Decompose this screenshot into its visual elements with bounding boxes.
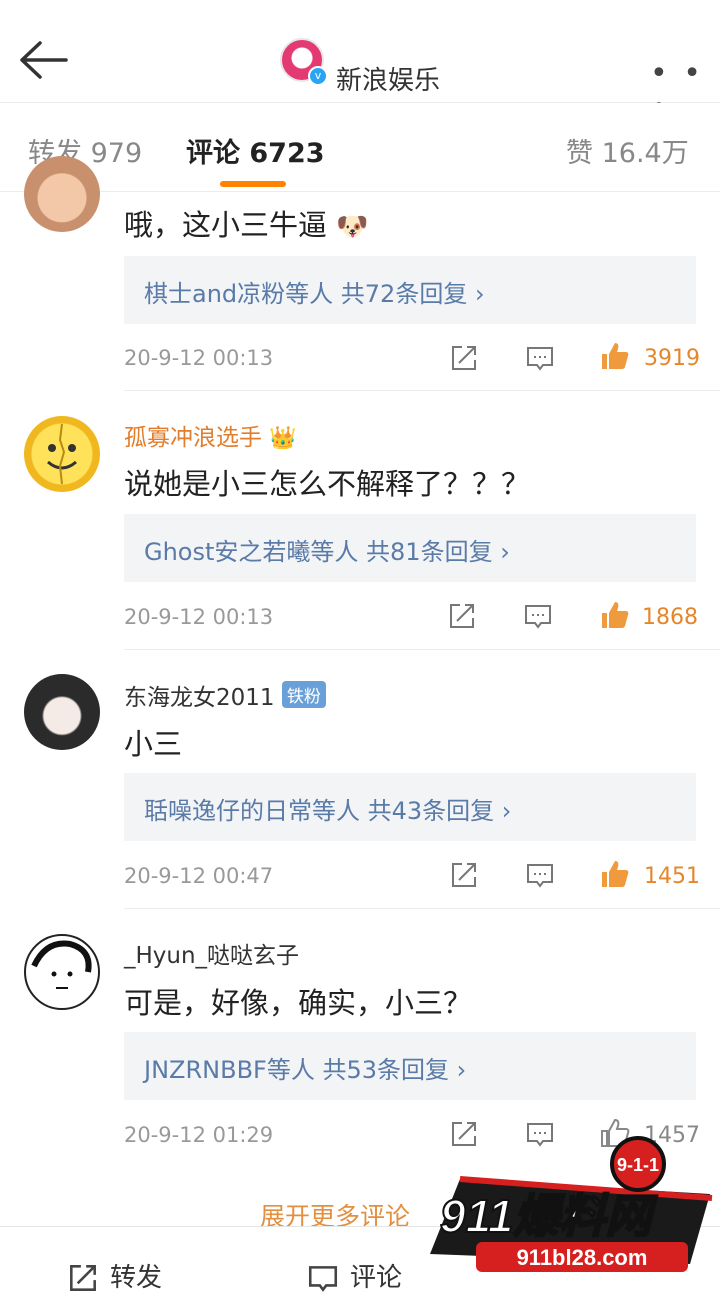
avatar[interactable] xyxy=(24,156,100,232)
reply-summary[interactable]: JNZRNBBF等人 共53条回复 › xyxy=(124,1032,696,1100)
comment-time: 20-9-12 01:29 xyxy=(124,1123,274,1147)
repost-icon[interactable] xyxy=(448,342,480,374)
status-bar xyxy=(0,0,720,14)
username[interactable]: 孤寡冲浪选手 👑 xyxy=(124,418,297,452)
reply-summary[interactable]: Ghost安之若曦等人 共81条回复 › xyxy=(124,514,696,582)
comment-icon[interactable] xyxy=(522,600,554,632)
avatar[interactable] xyxy=(24,674,100,750)
comment-text: 可是，好像，确实，小三？ xyxy=(124,986,473,1020)
repost-icon[interactable] xyxy=(66,1261,100,1295)
watermark-badge: 9-1-1 xyxy=(617,1155,659,1175)
tab-bar: 转发 979 评论 6723 赞 16.4万 xyxy=(0,103,720,192)
like-count: 1451 xyxy=(644,864,700,889)
comment-text: 哦，这小三牛逼 🐶 xyxy=(124,208,369,242)
fan-badge: 铁粉 xyxy=(281,681,326,708)
comment-time: 20-9-12 00:13 xyxy=(124,605,274,629)
username[interactable]: _Hyun_哒哒玄子 xyxy=(124,936,299,970)
avatar[interactable] xyxy=(24,934,100,1010)
comment-icon[interactable] xyxy=(524,859,556,891)
repost-icon[interactable] xyxy=(446,600,478,632)
crown-badge-icon: 👑 xyxy=(269,426,297,451)
watermark-logo: 9-1-1 911爆料网 911bl28.com xyxy=(430,1136,713,1272)
watermark-url: 911bl28.com xyxy=(517,1245,648,1270)
like-icon[interactable] xyxy=(598,340,630,372)
divider xyxy=(124,908,720,909)
active-tab-indicator xyxy=(220,181,286,187)
divider xyxy=(124,390,720,391)
tab-comments[interactable]: 评论 6723 xyxy=(186,131,325,170)
comment-icon[interactable] xyxy=(524,342,556,374)
divider xyxy=(124,649,720,650)
like-icon[interactable] xyxy=(598,599,630,631)
reply-summary[interactable]: 聒噪逸仔的日常等人 共43条回复 › xyxy=(124,773,696,841)
smiley-face-icon xyxy=(47,423,77,485)
repost-icon[interactable] xyxy=(448,859,480,891)
like-icon[interactable] xyxy=(598,858,630,890)
like-count: 1868 xyxy=(642,605,698,630)
like-count: 3919 xyxy=(644,346,700,371)
verified-icon: v xyxy=(308,66,328,86)
top-bar: v 新浪娱乐 • • • xyxy=(0,14,720,126)
sketch-face-icon xyxy=(31,940,92,989)
doge-emoji-icon: 🐶 xyxy=(336,212,369,242)
comment-icon[interactable] xyxy=(306,1261,340,1295)
bottom-comment-button[interactable]: 评论 xyxy=(350,1257,402,1294)
username[interactable]: 东海龙女2011 铁粉 xyxy=(124,678,326,712)
comment-text: 说她是小三怎么不解释了？？？ xyxy=(124,467,531,501)
account-avatar[interactable]: v xyxy=(280,38,328,86)
page-title: 新浪娱乐 xyxy=(336,66,441,96)
comment-time: 20-9-12 00:13 xyxy=(124,346,274,370)
tab-likes[interactable]: 赞 16.4万 xyxy=(566,131,689,170)
comment-text: 小三 xyxy=(124,727,183,761)
reply-summary[interactable]: 棋士and凉粉等人 共72条回复 › xyxy=(124,256,696,324)
back-arrow-icon[interactable] xyxy=(18,38,70,82)
watermark-brand: 911爆料网 xyxy=(440,1190,657,1242)
avatar[interactable] xyxy=(24,416,100,492)
comment-time: 20-9-12 00:47 xyxy=(124,864,274,888)
bottom-repost-button[interactable]: 转发 xyxy=(110,1257,162,1294)
